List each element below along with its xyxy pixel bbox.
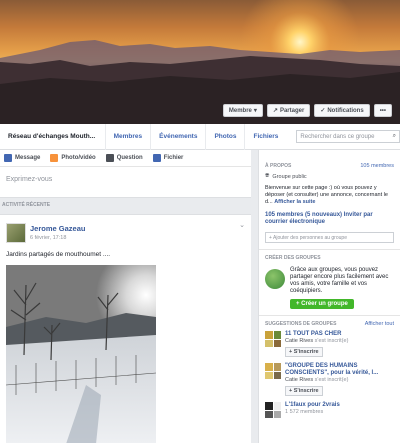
post-date[interactable]: 6 février, 17:18: [30, 235, 66, 241]
group-name[interactable]: Réseau d'échanges Mouth...: [0, 133, 105, 140]
post-text: Jardins partagés de mouthoumet ....: [6, 251, 111, 258]
composer-tab-file[interactable]: Fichier: [152, 154, 183, 162]
group-thumbnail[interactable]: [265, 331, 281, 347]
members-count-link[interactable]: 105 membres: [360, 163, 394, 169]
pencil-icon: [4, 154, 12, 162]
about-heading: À PROPOS 105 membres: [265, 163, 394, 169]
share-button[interactable]: ↗ Partager: [266, 104, 311, 117]
tab-photos[interactable]: Photos: [205, 123, 244, 150]
create-groups-heading: CRÉER DES GROUPES: [265, 255, 321, 261]
composer-tabs: Message Photo/vidéo Question Fichier: [0, 150, 251, 167]
group-privacy: 🌐︎ Groupe public: [265, 173, 307, 180]
composer-input[interactable]: Exprimez-vous: [0, 167, 251, 192]
join-button[interactable]: + S'inscrire: [285, 386, 323, 396]
group-search-input[interactable]: Rechercher dans ce groupe ⌕: [296, 130, 400, 143]
composer: Message Photo/vidéo Question Fichier Exp…: [0, 150, 251, 198]
suggested-group-member: Catie Rives s'est inscrit(e): [285, 377, 349, 383]
suggested-group: L'1faux pour 2vrais 1 572 membres: [259, 396, 400, 418]
suggested-group-title[interactable]: 11 TOUT PAS CHER: [285, 331, 348, 338]
tab-members[interactable]: Membres: [104, 123, 151, 150]
members-summary-link[interactable]: 105 membres (5 nouveaux): [265, 212, 342, 218]
members-summary: 105 membres (5 nouveaux) Inviter par cou…: [259, 206, 400, 226]
file-icon: [152, 154, 161, 162]
group-thumbnail[interactable]: [265, 402, 281, 418]
join-button[interactable]: + S'inscrire: [285, 347, 323, 357]
show-all-link[interactable]: Afficher tout: [365, 321, 394, 327]
cover-photo: Membre ↗Partager ✓Notifications •••: [0, 0, 400, 124]
photo-icon: [50, 154, 59, 162]
suggested-group-members: 1 572 membres: [285, 409, 324, 415]
right-sidebar: À PROPOS 105 membres 🌐︎ Groupe public Bi…: [258, 150, 400, 443]
snow-garden-image: [6, 265, 156, 443]
composer-tab-message[interactable]: Message: [4, 154, 40, 162]
create-group-button[interactable]: + Créer un groupe: [290, 299, 354, 309]
suggested-group: "GROUPE DES HUMAINS CONSCIENTS", pour la…: [259, 357, 400, 396]
suggested-group: 11 TOUT PAS CHER Catie Rives s'est inscr…: [259, 327, 400, 357]
member-button[interactable]: Membre: [222, 104, 263, 117]
suggestions-heading: SUGGESTIONS DE GROUPES Afficher tout: [265, 321, 394, 327]
create-groups-panel: Grâce aux groupes, vous pouvez partager …: [259, 261, 400, 309]
post-author[interactable]: Jerome Gazeau: [30, 224, 85, 233]
post-photo[interactable]: [6, 265, 156, 443]
add-people-input[interactable]: + Ajouter des personnes au groupe: [265, 232, 394, 243]
check-icon: ✓: [320, 108, 326, 114]
suggested-group-title[interactable]: L'1faux pour 2vrais: [285, 402, 340, 409]
tab-files[interactable]: Fichiers: [244, 123, 286, 150]
avatar[interactable]: [6, 223, 26, 243]
group-thumbnail[interactable]: [265, 363, 281, 379]
show-more-link[interactable]: Afficher la suite: [274, 199, 315, 205]
globe-icon: 🌐︎: [265, 173, 270, 179]
share-icon: ↗: [272, 108, 278, 114]
chevron-down-icon[interactable]: ⌄: [239, 221, 245, 229]
more-icon: •••: [379, 107, 386, 114]
section-label-recent: ACTIVITÉ RÉCENTE: [2, 202, 51, 208]
suggested-group-member: Catie Rives s'est inscrit(e): [285, 338, 349, 344]
create-groups-text: Grâce aux groupes, vous pouvez partager …: [290, 267, 389, 294]
composer-tab-photo[interactable]: Photo/vidéo: [50, 154, 96, 162]
group-description: Bienvenue sur cette page :) où vous pouv…: [265, 185, 388, 205]
notifications-button[interactable]: ✓ Notifications: [314, 104, 370, 117]
tab-events[interactable]: Événements: [150, 123, 205, 150]
groups-globe-icon: [265, 269, 285, 289]
cover-actions: Membre ↗Partager ✓Notifications •••: [222, 104, 392, 117]
feed-post: Jerome Gazeau 6 février, 17:18 ⌄ Jardins…: [0, 214, 251, 443]
suggested-group-title[interactable]: "GROUPE DES HUMAINS CONSCIENTS", pour la…: [285, 363, 394, 377]
search-icon: ⌕: [392, 133, 396, 139]
list-icon: [105, 154, 114, 162]
group-nav: Réseau d'échanges Mouth... Membres Événe…: [0, 123, 400, 150]
composer-tab-question[interactable]: Question: [105, 154, 143, 162]
more-button[interactable]: •••: [373, 104, 392, 117]
